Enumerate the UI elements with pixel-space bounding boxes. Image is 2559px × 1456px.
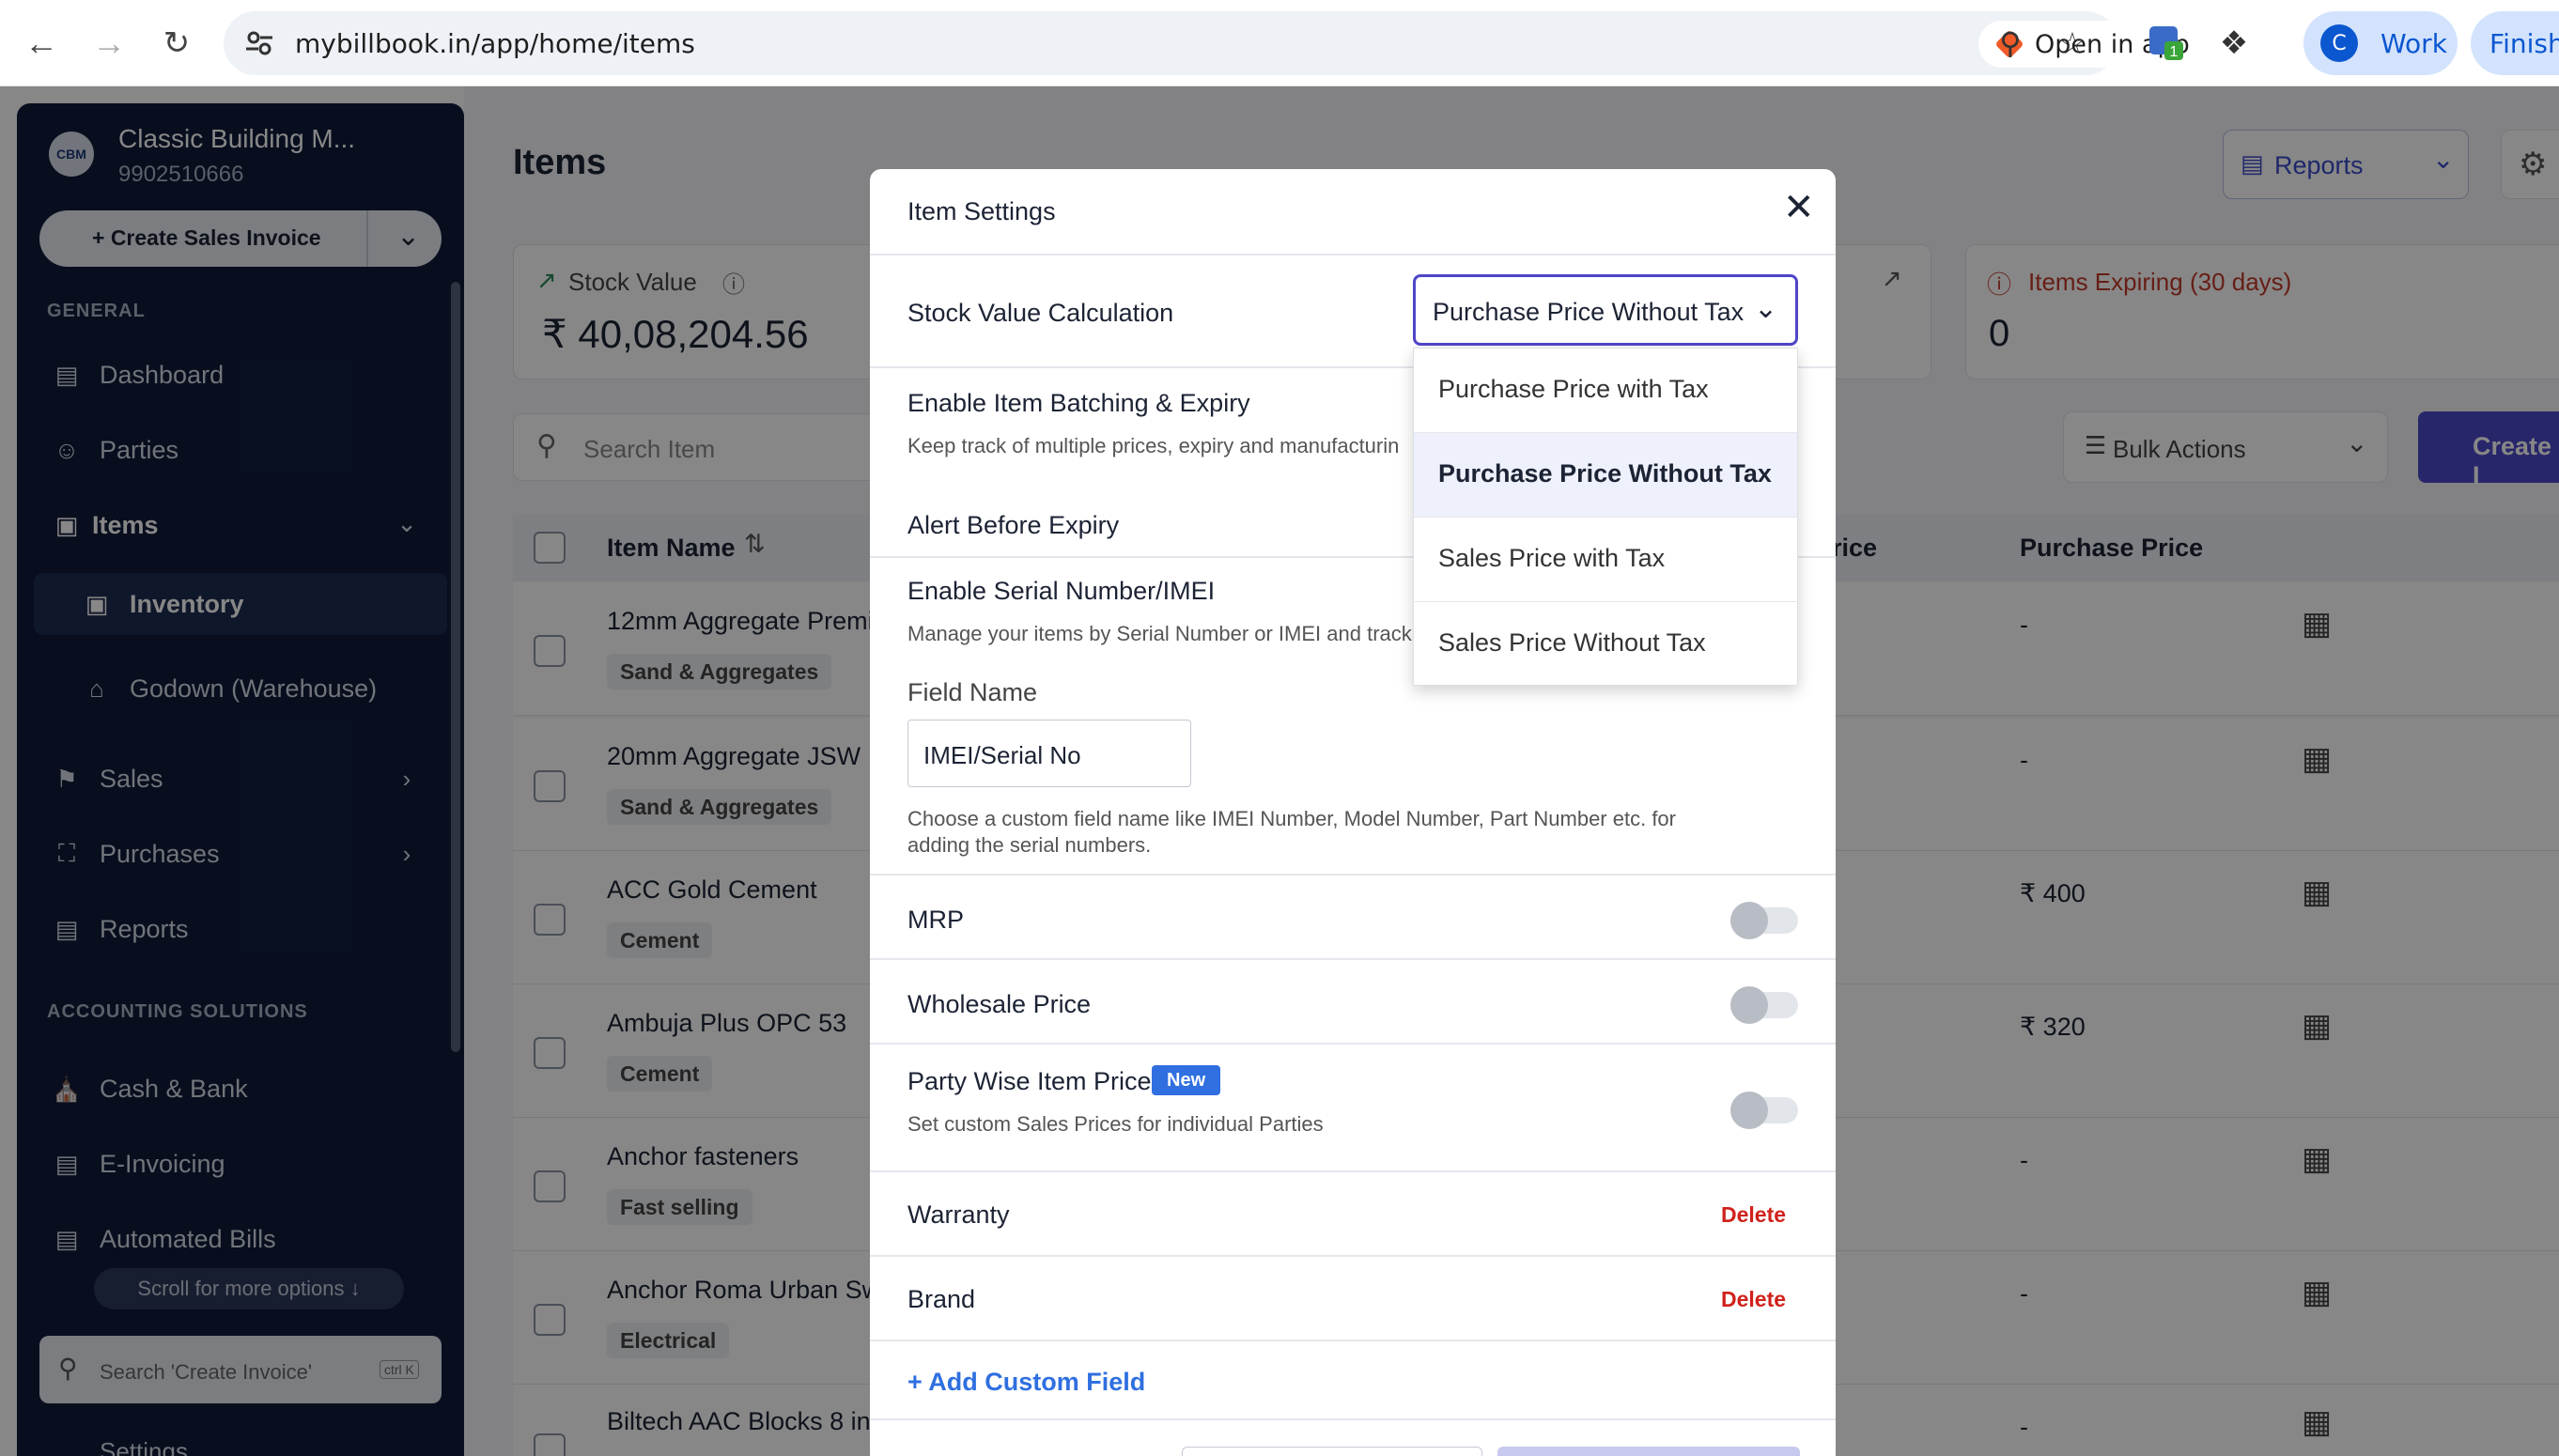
party-wise-label: Party Wise Item Price bbox=[907, 1067, 1152, 1095]
option-label: Sales Price with Tax bbox=[1438, 544, 1666, 572]
finish-button[interactable]: Finish bbox=[2471, 11, 2559, 75]
stock-value-calc-select[interactable]: Purchase Price Without Tax ⌄ bbox=[1413, 274, 1798, 346]
batching-subtitle: Keep track of multiple prices, expiry an… bbox=[907, 434, 1400, 457]
location-icon[interactable]: ⚲ bbox=[1993, 26, 2027, 60]
option-purchase-without-tax[interactable]: Purchase Price Without Tax bbox=[1414, 433, 1797, 518]
forward-icon[interactable]: → bbox=[86, 21, 132, 66]
chevron-down-icon: ⌄ bbox=[1754, 293, 1778, 324]
reload-icon[interactable]: ↻ bbox=[154, 21, 199, 66]
option-sales-with-tax[interactable]: Sales Price with Tax bbox=[1414, 518, 1797, 602]
stock-value-calc-dropdown: Purchase Price with Tax Purchase Price W… bbox=[1413, 348, 1798, 686]
browser-toolbar: ← → ↻ mybillbook.in/app/home/items Open … bbox=[0, 0, 2559, 86]
option-label: Purchase Price Without Tax bbox=[1438, 459, 1772, 488]
option-label: Sales Price Without Tax bbox=[1438, 628, 1706, 657]
save-button[interactable] bbox=[1497, 1447, 1800, 1456]
mrp-toggle[interactable] bbox=[1730, 902, 1798, 939]
bookmark-star-icon[interactable]: ☆ bbox=[2055, 26, 2089, 60]
wholesale-label: Wholesale Price bbox=[907, 990, 1092, 1018]
finish-label: Finish bbox=[2489, 27, 2559, 59]
option-sales-without-tax[interactable]: Sales Price Without Tax bbox=[1414, 602, 1797, 687]
serial-subtitle: Manage your items by Serial Number or IM… bbox=[907, 622, 1412, 645]
url-text[interactable]: mybillbook.in/app/home/items bbox=[295, 28, 695, 59]
back-icon[interactable]: ← bbox=[19, 21, 64, 66]
batching-title: Enable Item Batching & Expiry bbox=[907, 389, 1250, 417]
stock-value-calc-label: Stock Value Calculation bbox=[907, 299, 1174, 327]
extensions-puzzle-icon[interactable]: ❖ bbox=[2211, 21, 2257, 66]
option-label: Purchase Price with Tax bbox=[1438, 375, 1709, 403]
profile-button[interactable]: C Work bbox=[2303, 11, 2458, 75]
selected-option: Purchase Price Without Tax bbox=[1433, 298, 1745, 326]
warranty-label: Warranty bbox=[907, 1200, 1010, 1229]
serial-title: Enable Serial Number/IMEI bbox=[907, 577, 1216, 605]
field-name-hint: Choose a custom field name like IMEI Num… bbox=[907, 807, 1676, 857]
delete-warranty-button[interactable]: Delete bbox=[1721, 1202, 1786, 1228]
avatar: C bbox=[2320, 24, 2358, 62]
extension-icon[interactable]: 1 bbox=[2144, 21, 2189, 66]
modal-title: Item Settings bbox=[907, 197, 1056, 225]
extension-badge: 1 bbox=[2170, 44, 2179, 60]
field-name-value: IMEI/Serial No bbox=[923, 741, 1081, 769]
mrp-label: MRP bbox=[907, 906, 964, 934]
add-custom-field-link[interactable]: + Add Custom Field bbox=[907, 1368, 1145, 1397]
close-icon[interactable]: ✕ bbox=[1783, 186, 1815, 229]
cancel-button[interactable] bbox=[1182, 1447, 1482, 1456]
field-name-label: Field Name bbox=[907, 678, 1038, 706]
party-wise-toggle[interactable] bbox=[1730, 1092, 1798, 1129]
site-settings-icon[interactable] bbox=[244, 28, 274, 58]
party-wise-subtitle: Set custom Sales Prices for individual P… bbox=[907, 1112, 1324, 1136]
profile-name: Work bbox=[2381, 27, 2447, 59]
delete-brand-button[interactable]: Delete bbox=[1721, 1287, 1786, 1312]
wholesale-toggle[interactable] bbox=[1730, 986, 1798, 1024]
option-purchase-with-tax[interactable]: Purchase Price with Tax bbox=[1414, 349, 1797, 433]
field-name-input[interactable]: IMEI/Serial No bbox=[907, 720, 1191, 787]
address-bar[interactable]: mybillbook.in/app/home/items Open in app bbox=[224, 11, 2191, 75]
new-badge: New bbox=[1152, 1065, 1221, 1095]
alert-before-expiry-label: Alert Before Expiry bbox=[907, 511, 1120, 539]
brand-label: Brand bbox=[907, 1285, 976, 1313]
